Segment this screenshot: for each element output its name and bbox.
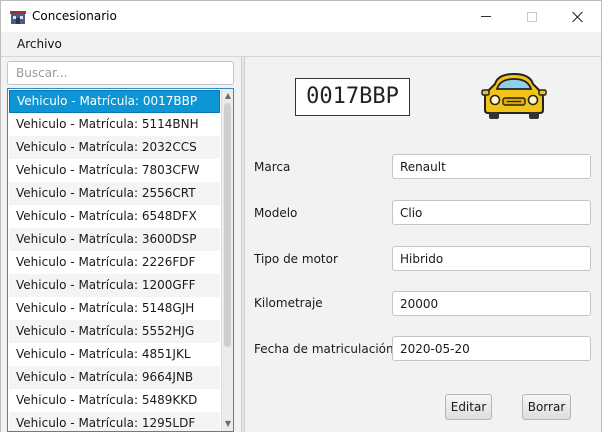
vehicle-list-pane: Vehiculo - Matrícula: 0017BBP Vehiculo -… (1, 57, 241, 432)
scroll-down-icon[interactable]: ▼ (224, 420, 232, 428)
app-icon (10, 11, 26, 24)
list-item[interactable]: Vehiculo - Matrícula: 5552HJG (9, 320, 220, 343)
vehicle-detail-pane: 0017BBP Marca Modelo Tipo de motor Kilom… (245, 57, 601, 432)
model-label: Modelo (254, 206, 298, 220)
list-item[interactable]: Vehiculo - Matrícula: 6548DFX (9, 205, 220, 228)
delete-button[interactable]: Borrar (522, 394, 571, 420)
list-item[interactable]: Vehiculo - Matrícula: 2032CCS (9, 136, 220, 159)
vehicle-list-rows: Vehiculo - Matrícula: 0017BBP Vehiculo -… (9, 90, 220, 431)
engine-type-label: Tipo de motor (254, 252, 338, 266)
list-item[interactable]: Vehiculo - Matrícula: 5489KKD (9, 389, 220, 412)
list-item[interactable]: Vehiculo - Matrícula: 5114BNH (9, 113, 220, 136)
list-item[interactable]: Vehiculo - Matrícula: 5148GJH (9, 297, 220, 320)
list-item[interactable]: Vehiculo - Matrícula: 1200GFF (9, 274, 220, 297)
brand-label: Marca (254, 160, 291, 174)
window-title: Concesionario (32, 9, 117, 23)
scroll-up-icon[interactable]: ▲ (224, 92, 232, 100)
vehicle-list[interactable]: Vehiculo - Matrícula: 0017BBP Vehiculo -… (7, 88, 234, 432)
close-icon (572, 11, 584, 23)
license-plate: 0017BBP (295, 78, 410, 116)
registration-date-field[interactable] (392, 336, 591, 361)
menu-archivo[interactable]: Archivo (10, 37, 69, 51)
car-icon (481, 72, 547, 119)
engine-type-field[interactable] (392, 246, 591, 271)
model-field[interactable] (392, 200, 591, 225)
menu-bar: Archivo (1, 32, 601, 57)
list-item[interactable]: Vehiculo - Matrícula: 2226FDF (9, 251, 220, 274)
close-button[interactable] (555, 1, 601, 32)
list-item[interactable]: Vehiculo - Matrícula: 1295LDF (9, 412, 220, 431)
title-bar[interactable]: Concesionario (1, 1, 601, 32)
maximize-icon (527, 11, 537, 22)
registration-date-label: Fecha de matriculación (254, 342, 394, 356)
brand-field[interactable] (392, 154, 591, 179)
list-scrollbar[interactable]: ▲ ▼ (221, 89, 233, 431)
list-item[interactable]: Vehiculo - Matrícula: 3600DSP (9, 228, 220, 251)
list-item[interactable]: Vehiculo - Matrícula: 2556CRT (9, 182, 220, 205)
mileage-label: Kilometraje (254, 296, 323, 310)
maximize-button[interactable] (509, 1, 555, 32)
list-item[interactable]: Vehiculo - Matrícula: 9664JNB (9, 366, 220, 389)
list-item[interactable]: Vehiculo - Matrícula: 7803CFW (9, 159, 220, 182)
scroll-thumb[interactable] (224, 103, 231, 347)
minimize-button[interactable] (463, 1, 509, 32)
mileage-field[interactable] (392, 291, 591, 316)
edit-button[interactable]: Editar (445, 394, 492, 420)
app-window: Concesionario Archivo Vehiculo - Matrícu… (0, 0, 602, 432)
search-input[interactable] (7, 61, 234, 85)
list-item[interactable]: Vehiculo - Matrícula: 4851JKL (9, 343, 220, 366)
minimize-icon (481, 16, 491, 17)
list-item[interactable]: Vehiculo - Matrícula: 0017BBP (9, 90, 220, 113)
